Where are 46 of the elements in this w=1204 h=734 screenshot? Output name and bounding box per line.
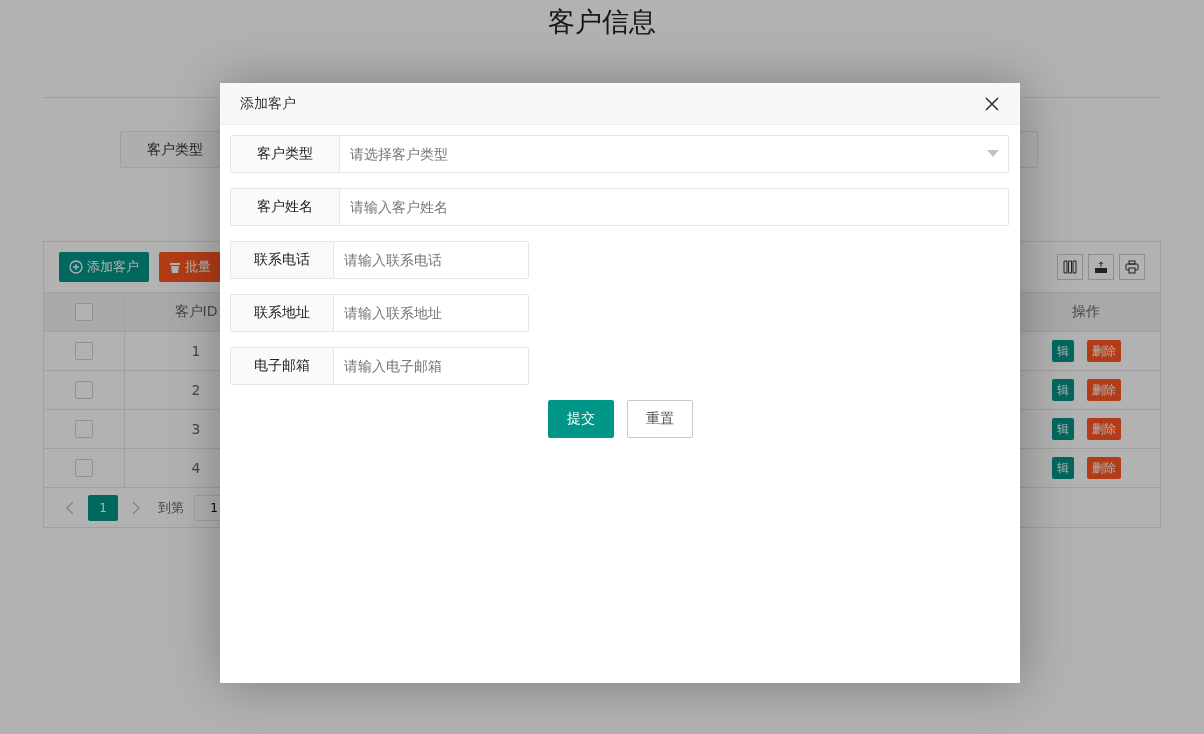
page-title: 客户信息 — [547, 5, 657, 39]
row-checkbox[interactable] — [75, 420, 93, 438]
select-all-checkbox[interactable] — [75, 303, 93, 321]
delete-button[interactable]: 删除 — [1086, 340, 1121, 362]
field-label: 客户姓名 — [230, 188, 340, 226]
submit-button[interactable]: 提交 — [547, 400, 614, 438]
edit-button[interactable]: 辑 — [1051, 457, 1074, 479]
delete-button[interactable]: 删除 — [1086, 457, 1121, 479]
delete-button[interactable]: 删除 — [1086, 379, 1121, 401]
input-field[interactable]: 请输入联系电话 — [334, 241, 529, 279]
plus-circle-icon — [69, 260, 83, 274]
caret-icon — [987, 150, 999, 157]
row-checkbox[interactable] — [75, 381, 93, 399]
table-cell: 2 — [191, 382, 201, 398]
row-checkbox[interactable] — [75, 459, 93, 477]
edit-button[interactable]: 辑 — [1051, 340, 1074, 362]
input-field[interactable]: 请输入联系地址 — [334, 294, 529, 332]
trash-icon — [169, 261, 181, 273]
close-icon[interactable] — [984, 95, 1000, 112]
export-button[interactable] — [1088, 254, 1114, 280]
table-cell: 3 — [191, 421, 201, 437]
input-field[interactable]: 请输入电子邮箱 — [334, 347, 529, 385]
edit-button[interactable]: 辑 — [1051, 418, 1074, 440]
columns-button[interactable] — [1057, 254, 1083, 280]
printer-icon — [1125, 260, 1139, 274]
table-cell: 4 — [191, 460, 201, 476]
print-button[interactable] — [1119, 254, 1145, 280]
field-label: 电子邮箱 — [230, 347, 334, 385]
field-label: 联系地址 — [230, 294, 334, 332]
column-header: 操作 — [1072, 303, 1100, 321]
grid-icon — [1063, 260, 1077, 274]
select-field[interactable]: 请选择客户类型 — [340, 135, 1009, 173]
column-header: 客户ID — [174, 303, 218, 321]
edit-button[interactable]: 辑 — [1051, 379, 1074, 401]
field-label: 客户类型 — [230, 135, 340, 173]
row-checkbox[interactable] — [75, 342, 93, 360]
field-label: 联系电话 — [230, 241, 334, 279]
reset-button[interactable]: 重置 — [626, 400, 693, 438]
dialog-title: 添加客户 — [240, 94, 296, 113]
goto-label: 到第 — [158, 498, 184, 517]
export-icon — [1094, 260, 1108, 274]
add-button[interactable]: 添加客户 — [59, 252, 149, 282]
page-button[interactable]: 1 — [88, 494, 118, 521]
delete-button[interactable]: 删除 — [1086, 418, 1121, 440]
input-field[interactable]: 请输入客户姓名 — [340, 188, 1009, 226]
table-cell: 1 — [191, 343, 201, 359]
